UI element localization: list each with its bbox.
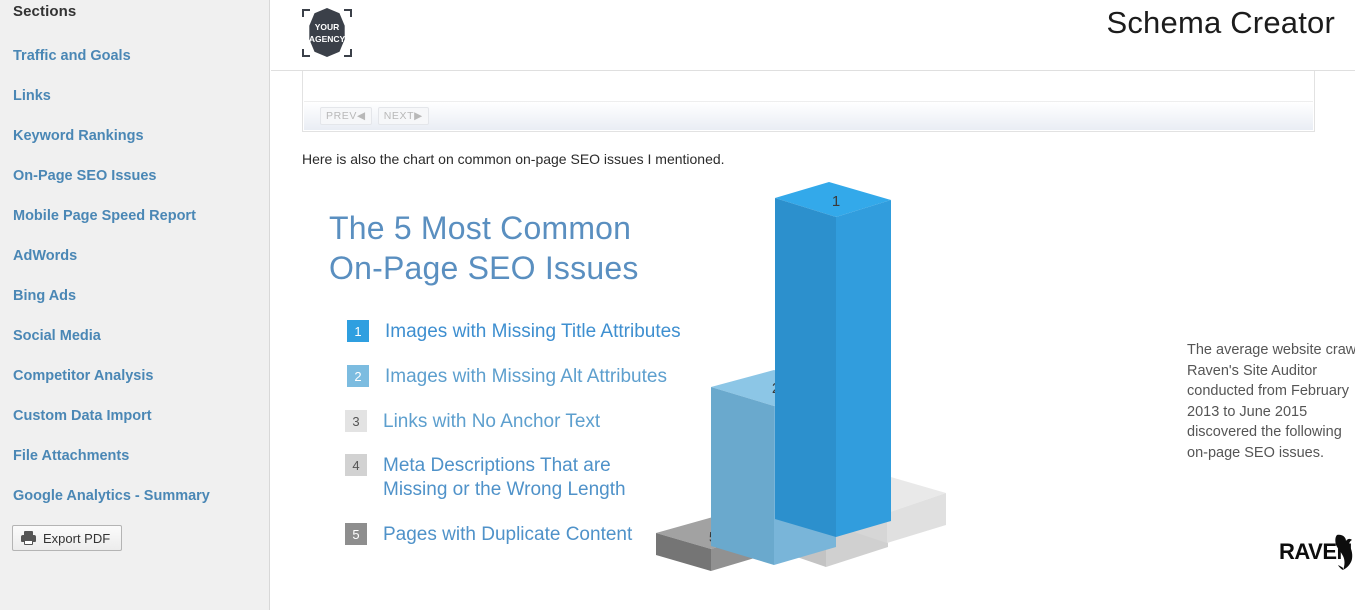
issue-rank-badge: 1 <box>347 320 369 342</box>
sidebar-item-traffic-and-goals[interactable]: Traffic and Goals <box>0 36 270 76</box>
list-item: 2 Images with Missing Alt Attributes <box>347 365 667 389</box>
printer-icon <box>21 531 36 545</box>
issue-rank-badge: 4 <box>345 454 367 476</box>
sidebar-item-keyword-rankings[interactable]: Keyword Rankings <box>0 116 270 156</box>
seo-issues-infographic: The 5 Most Common On-Page SEO Issues 1 I… <box>271 180 1355 610</box>
raven-logo: RAVEN <box>1279 532 1355 572</box>
issue-rank-badge: 2 <box>347 365 369 387</box>
sidebar-item-bing-ads[interactable]: Bing Ads <box>0 276 270 316</box>
issue-label: Links with No Anchor Text <box>383 411 601 432</box>
sidebar-item-on-page-seo-issues[interactable]: On-Page SEO Issues <box>0 156 270 196</box>
sidebar-item-competitor-analysis[interactable]: Competitor Analysis <box>0 356 270 396</box>
sidebar-item-google-analytics-summary[interactable]: Google Analytics - Summary <box>0 476 270 516</box>
agency-logo-line2: AGENCY <box>309 34 346 44</box>
next-arrow-icon: ▶ <box>414 110 423 122</box>
export-pdf-label: Export PDF <box>43 530 111 546</box>
sidebar-item-links[interactable]: Links <box>0 76 270 116</box>
chart-caption: The average website crawl Raven's Site A… <box>1187 342 1355 461</box>
sidebar: Sections Traffic and Goals Links Keyword… <box>0 0 270 610</box>
report-header: YOUR AGENCY Schema Creator <box>271 0 1355 71</box>
sidebar-item-custom-data-import[interactable]: Custom Data Import <box>0 396 270 436</box>
prev-arrow-icon: ◀ <box>357 110 366 122</box>
sidebar-item-file-attachments[interactable]: File Attachments <box>0 436 270 476</box>
list-item: 5 Pages with Duplicate Content <box>345 523 632 547</box>
list-item: 4 Meta Descriptions That are Missing or … <box>345 454 626 502</box>
seo-issues-3d-bar-chart: 5 4 3 <box>656 180 986 610</box>
issue-label: Meta Descriptions That are Missing or th… <box>383 455 626 500</box>
issue-label: Images with Missing Alt Attributes <box>385 366 667 387</box>
issue-rank-badge: 3 <box>345 410 367 432</box>
table-pagination: PREV◀ NEXT▶ <box>304 101 1313 130</box>
page-title: Schema Creator <box>1106 5 1335 40</box>
issue-rank-badge: 5 <box>345 523 367 545</box>
bar-1: 1 <box>775 182 891 537</box>
agency-badge-logo: YOUR AGENCY <box>299 5 355 61</box>
main-content: 10/2014 37 Million 1/2015 42 Million 4/2… <box>271 0 1355 610</box>
issue-label: Pages with Duplicate Content <box>383 524 633 545</box>
export-pdf-button[interactable]: Export PDF <box>12 525 123 551</box>
sidebar-item-mobile-page-speed-report[interactable]: Mobile Page Speed Report <box>0 196 270 236</box>
bar-label-1: 1 <box>832 193 840 210</box>
infographic-title: The 5 Most Common On-Page SEO Issues <box>329 208 639 288</box>
report-page: Sections Traffic and Goals Links Keyword… <box>0 0 1355 610</box>
issue-label: Images with Missing Title Attributes <box>385 321 681 342</box>
sidebar-item-adwords[interactable]: AdWords <box>0 236 270 276</box>
sidebar-title: Sections <box>13 3 77 20</box>
sidebar-item-social-media[interactable]: Social Media <box>0 316 270 356</box>
table-next-button[interactable]: NEXT▶ <box>377 107 429 125</box>
intro-paragraph: Here is also the chart on common on-page… <box>302 151 725 167</box>
table-prev-button[interactable]: PREV◀ <box>320 107 372 125</box>
list-item: 3 Links with No Anchor Text <box>345 410 600 434</box>
infographic-title-line1: The 5 Most Common <box>329 210 632 246</box>
agency-logo-line1: YOUR <box>315 22 340 32</box>
list-item: 1 Images with Missing Title Attributes <box>347 320 681 344</box>
sidebar-nav: Traffic and Goals Links Keyword Rankings… <box>0 36 270 516</box>
infographic-title-line2: On-Page SEO Issues <box>329 250 639 286</box>
